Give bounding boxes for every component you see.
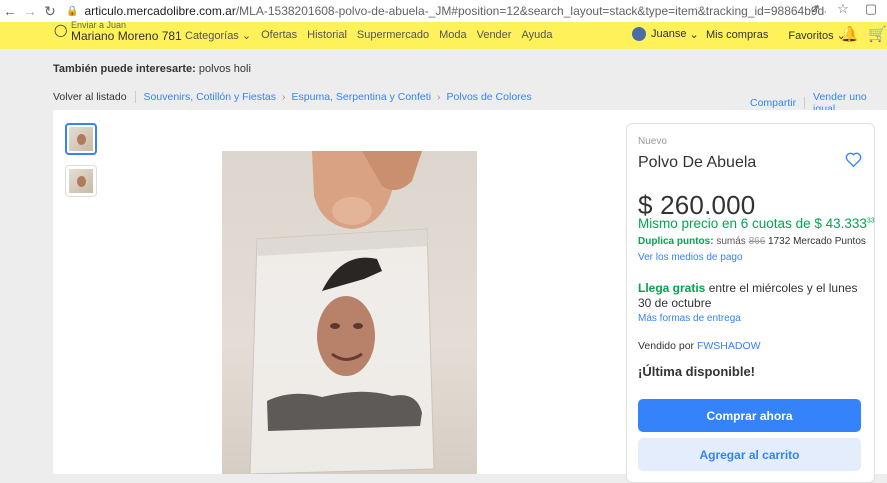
location-pin-icon: ◯	[54, 23, 68, 37]
reload-icon[interactable]: ↻	[40, 1, 60, 21]
seller-name-link[interactable]: FWSHADOW	[697, 340, 761, 352]
stock-status: ¡Última disponible!	[638, 364, 755, 379]
user-menu[interactable]: Juanse ⌄	[632, 27, 699, 41]
breadcrumb-item[interactable]: Polvos de Colores	[447, 91, 532, 103]
mis-compras-link[interactable]: Mis compras	[706, 29, 768, 42]
avatar	[632, 27, 646, 41]
points-info: Duplica puntos: sumás 866 1732 Mercado P…	[638, 236, 866, 247]
add-to-cart-button[interactable]: Agregar al carrito	[638, 438, 861, 471]
product-main-image[interactable]	[222, 151, 477, 474]
payment-methods-link[interactable]: Ver los medios de pago	[638, 252, 743, 263]
points-new: 1732 Mercado Puntos	[768, 236, 866, 247]
seller-info: Vendido por FWSHADOW	[638, 340, 761, 352]
installments-text: Mismo precio en 6 cuotas de $ 43.333	[638, 216, 867, 231]
extensions-icon[interactable]: ▢	[861, 1, 881, 17]
installments-cents: 33	[866, 217, 875, 225]
product-title: Polvo De Abuela	[638, 154, 757, 171]
lock-icon: 🔒	[66, 5, 79, 17]
divider	[804, 97, 806, 109]
forward-arrow-icon[interactable]: →	[20, 1, 40, 21]
suggestion-label: También puede interesarte:	[53, 63, 196, 75]
breadcrumb-item[interactable]: Souvenirs, Cotillón y Fiestas	[144, 91, 276, 103]
share-page-icon[interactable]: ↗	[805, 1, 825, 17]
bookmark-star-icon[interactable]: ☆	[833, 1, 853, 17]
url-domain: articulo.mercadolibre.com.ar	[84, 4, 236, 18]
address-bar[interactable]: 🔒 articulo.mercadolibre.com.ar/MLA-15382…	[66, 2, 826, 20]
purchase-panel: Nuevo Polvo De Abuela $ 260.000 Mismo pr…	[626, 123, 875, 483]
menu-moda[interactable]: Moda	[439, 29, 467, 42]
user-name: Juanse	[651, 28, 687, 40]
points-old: 866	[748, 236, 766, 247]
chevron-right-icon: ›	[282, 91, 286, 103]
menu-vender[interactable]: Vender	[477, 29, 512, 42]
thumbnail-image	[69, 169, 93, 193]
favoritos-link[interactable]: Favoritos ⌄	[788, 29, 846, 42]
shipping-options-link[interactable]: Más formas de entrega	[638, 313, 741, 324]
cart-icon[interactable]: 🛒	[868, 25, 887, 43]
menu-supermercado[interactable]: Supermercado	[357, 29, 429, 42]
divider	[134, 91, 136, 103]
chevron-right-icon: ›	[437, 91, 441, 103]
back-to-list-link[interactable]: Volver al listado	[53, 91, 127, 103]
heart-icon[interactable]	[845, 152, 862, 172]
menu-ofertas[interactable]: Ofertas	[261, 29, 297, 42]
main-menu: Categorías ⌄ Ofertas Historial Supermerc…	[185, 29, 552, 42]
installments-info: Mismo precio en 6 cuotas de $ 43.33333	[638, 216, 875, 231]
product-card: Nuevo Polvo De Abuela $ 260.000 Mismo pr…	[53, 110, 887, 483]
points-label: Duplica puntos:	[638, 236, 714, 247]
product-photo-illustration	[249, 151, 435, 474]
buy-now-button[interactable]: Comprar ahora	[638, 399, 861, 432]
breadcrumb: Volver al listado Souvenirs, Cotillón y …	[53, 91, 532, 103]
gallery-thumbnail-1[interactable]	[65, 123, 97, 155]
notifications-bell-icon[interactable]: 🔔	[840, 25, 859, 43]
site-header: ◯ Enviar a Juan Mariano Moreno 781 Categ…	[0, 20, 887, 49]
points-sumas: sumás	[716, 236, 746, 247]
shipping-free-label: Llega gratis	[638, 281, 706, 295]
browser-toolbar: ← → ↻ 🔒 articulo.mercadolibre.com.ar/MLA…	[0, 0, 887, 23]
menu-historial[interactable]: Historial	[307, 29, 347, 42]
suggestion-link[interactable]: polvos holi	[199, 63, 251, 75]
seller-label: Vendido por	[638, 340, 695, 352]
back-arrow-icon[interactable]: ←	[0, 1, 20, 21]
menu-ayuda[interactable]: Ayuda	[521, 29, 552, 42]
share-link[interactable]: Compartir	[750, 97, 796, 109]
location-address: Mariano Moreno 781	[71, 29, 182, 43]
gallery-thumbnail-2[interactable]	[65, 165, 97, 197]
thumbnail-image	[69, 127, 93, 151]
menu-categorias[interactable]: Categorías ⌄	[185, 29, 251, 42]
condition-label: Nuevo	[638, 136, 667, 147]
url-path: /MLA-1538201608-polvo-de-abuela-_JM#posi…	[235, 4, 826, 18]
shipping-info: Llega gratis entre el miércoles y el lun…	[638, 281, 863, 311]
breadcrumb-item[interactable]: Espuma, Serpentina y Confeti	[292, 91, 432, 103]
suggestion-line: También puede interesarte: polvos holi	[53, 63, 251, 75]
